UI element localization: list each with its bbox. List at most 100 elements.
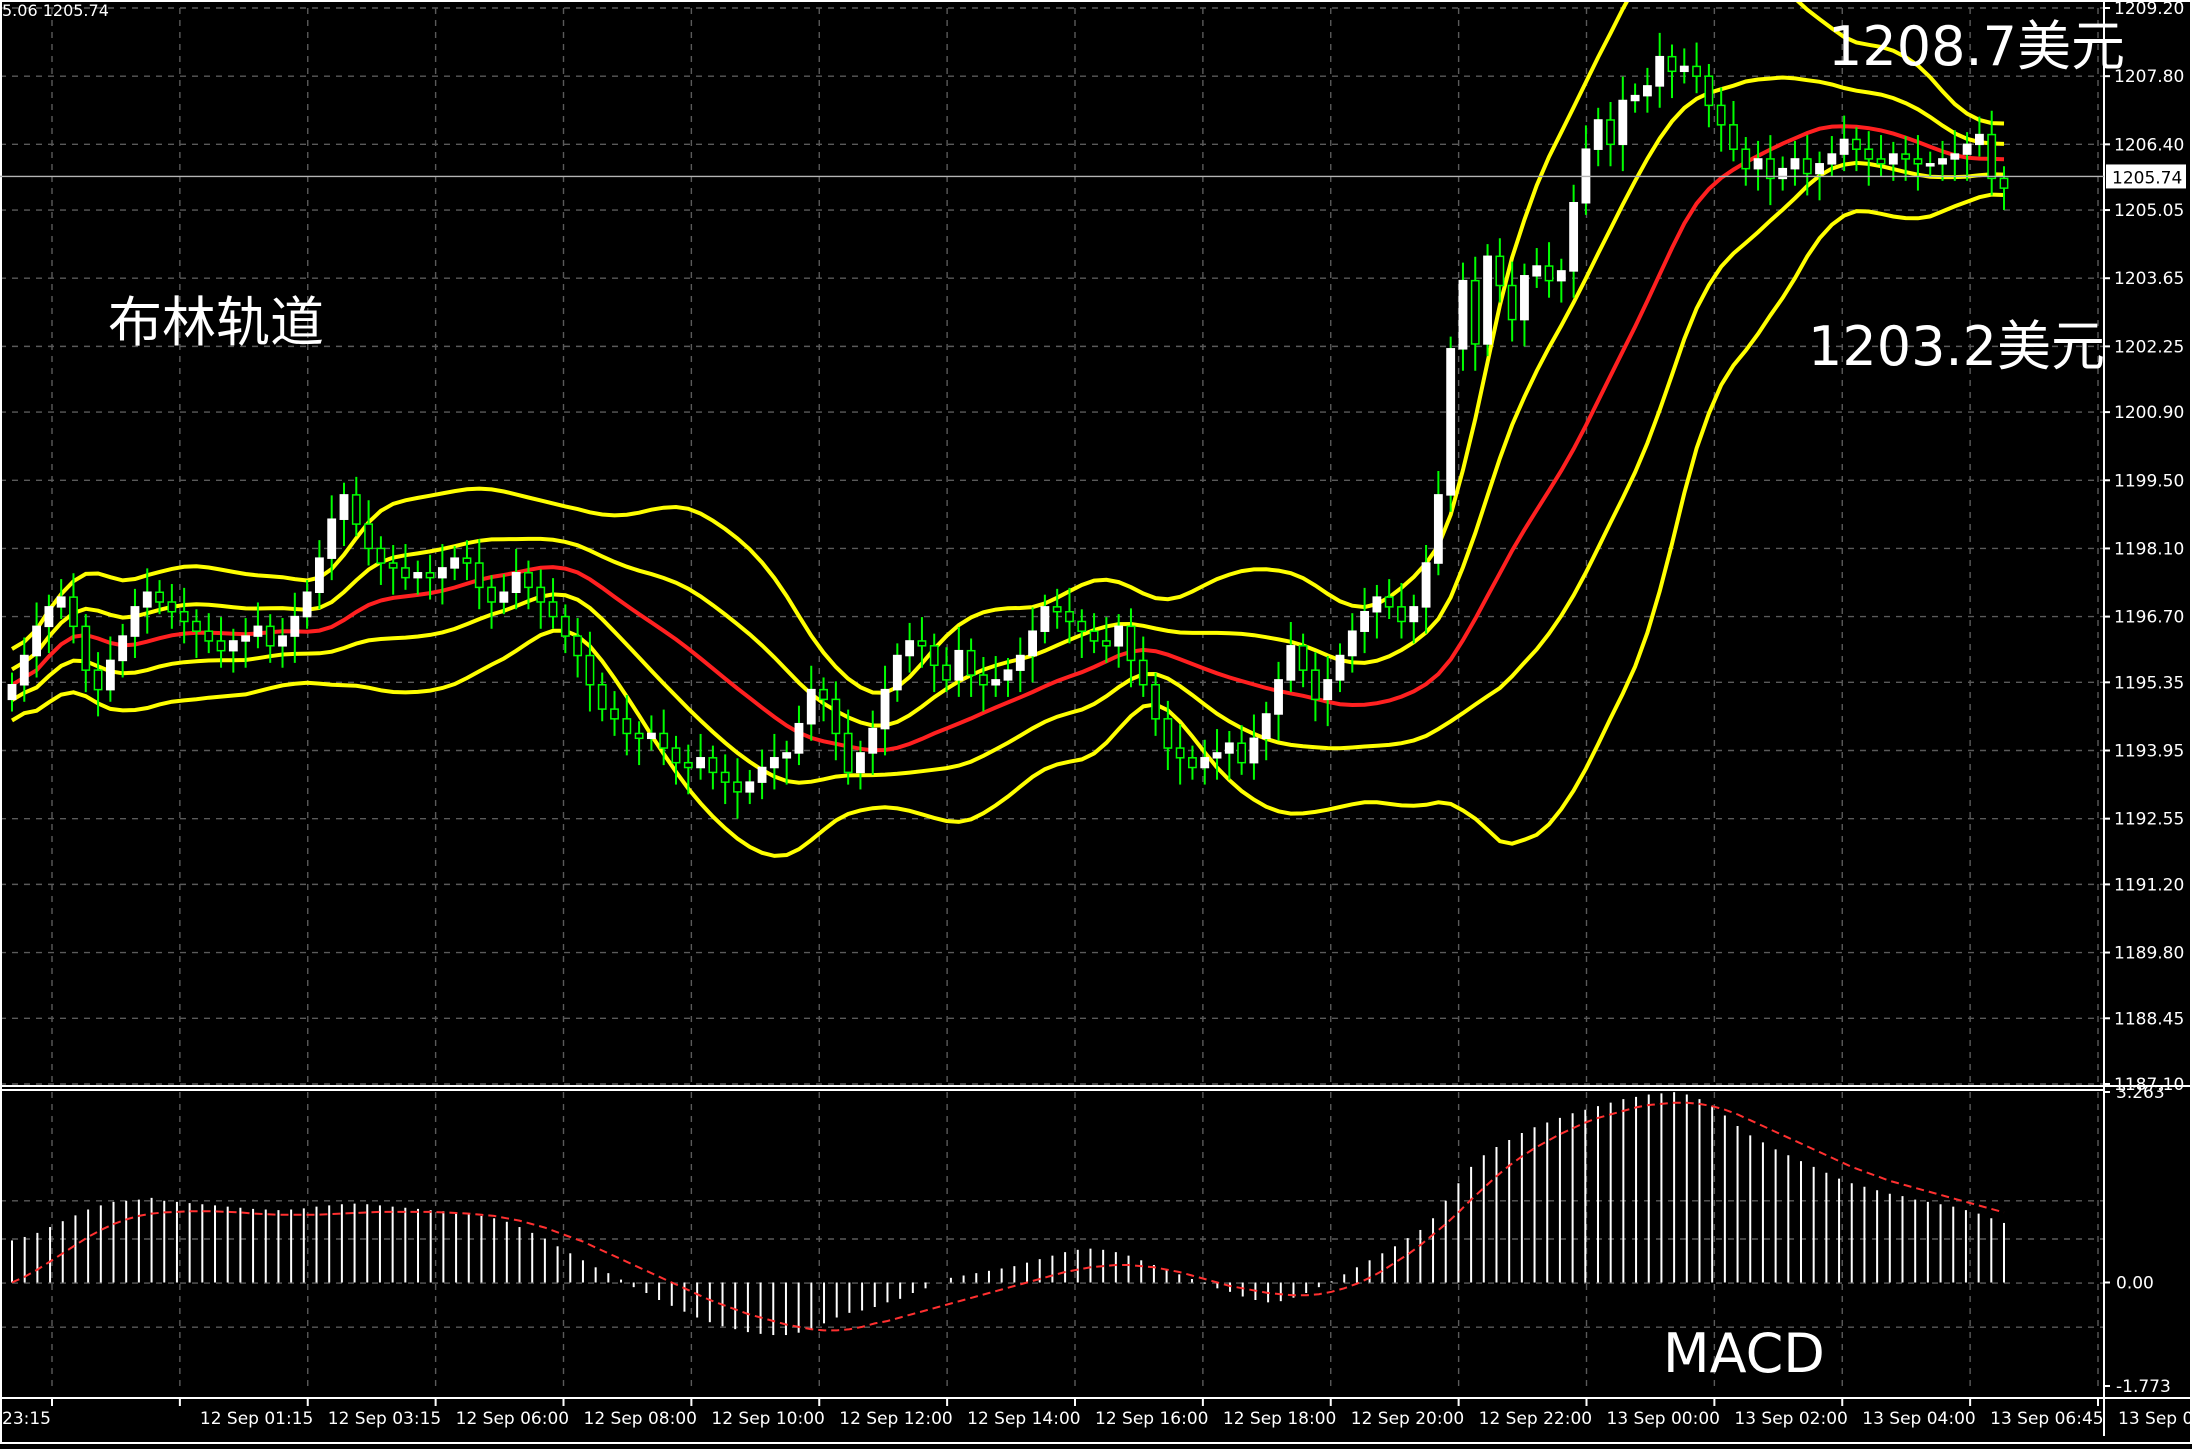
candle-body <box>142 591 152 608</box>
candle-body <box>745 781 755 793</box>
price-tick-label: 1188.45 <box>2114 1009 2184 1029</box>
candle-body <box>1630 94 1640 102</box>
candle-body <box>622 718 632 735</box>
candle-body <box>1852 138 1861 150</box>
macd-annotation: MACD <box>1663 1322 1825 1385</box>
candle-body <box>1138 659 1148 686</box>
candle-body <box>1507 284 1517 321</box>
candle-body <box>1101 640 1111 647</box>
bollinger-title: 布林轨道 <box>108 291 324 354</box>
candle-body <box>1716 104 1726 126</box>
candle-body <box>1433 494 1443 564</box>
candle-body <box>437 567 447 579</box>
candle-body <box>32 625 42 657</box>
candle-body <box>659 732 669 749</box>
upper-band-annotation: 1208.7美元 <box>1828 15 2125 78</box>
candle-body <box>327 518 337 559</box>
time-tick-label: 12 Sep 10:00 <box>711 1409 824 1429</box>
price-tick-label: 1195.35 <box>2114 673 2184 693</box>
candle-body <box>56 596 66 608</box>
candle-body <box>1495 255 1505 287</box>
candle-body <box>1741 148 1751 170</box>
time-tick-label: 12 Sep 01:15 <box>200 1409 313 1429</box>
candle-body <box>1446 348 1456 496</box>
candle-body <box>794 722 804 754</box>
candle-body <box>1175 747 1185 759</box>
price-tick-label: 1189.80 <box>2114 944 2184 964</box>
candle-body <box>155 591 164 603</box>
candle-body <box>1999 177 2009 189</box>
candle-body <box>1974 133 1984 146</box>
candle-body <box>1126 625 1136 662</box>
candle-body <box>1224 742 1234 754</box>
candle-body <box>856 752 865 774</box>
candle-body <box>1003 669 1013 681</box>
candle-body <box>179 610 189 623</box>
candle-body <box>351 494 361 525</box>
candle-body <box>1704 75 1714 107</box>
candle-body <box>413 572 423 579</box>
candle-body <box>1802 158 1812 175</box>
price-tick-label: 1200.90 <box>2114 403 2184 423</box>
candle-body <box>917 640 927 647</box>
candle-body <box>892 654 902 691</box>
candle-body <box>1335 654 1345 681</box>
candle-body <box>720 771 730 783</box>
candle-body <box>1642 85 1652 97</box>
candle-body <box>978 674 988 686</box>
candle-body <box>118 635 128 662</box>
candle-body <box>708 757 718 774</box>
time-tick-label: 12 Sep 12:00 <box>839 1409 952 1429</box>
candle-body <box>1901 153 1911 160</box>
candle-body <box>1261 713 1271 740</box>
macd-tick-label: -1.773 <box>2116 1377 2171 1397</box>
candle-body <box>1483 255 1492 345</box>
candle-body <box>1237 742 1247 764</box>
lower-band-annotation: 1203.2美元 <box>1808 315 2105 378</box>
candle-body <box>1028 630 1038 657</box>
candle-body <box>1052 606 1062 613</box>
candle-body <box>314 557 324 594</box>
candle-body <box>376 547 386 564</box>
candle-body <box>1556 270 1566 282</box>
candle-body <box>401 567 410 579</box>
candle-body <box>487 586 496 603</box>
candle-body <box>1384 596 1394 608</box>
time-tick-label: 12 Sep 08:00 <box>584 1409 697 1429</box>
time-tick-label: 13 Sep 08:45 <box>2118 1409 2192 1429</box>
candle-body <box>1200 757 1210 769</box>
candle-body <box>1040 606 1050 632</box>
candle-body <box>1458 279 1468 350</box>
candle-body <box>683 761 693 769</box>
candle-body <box>942 664 951 681</box>
candle-body <box>425 572 435 579</box>
candle-body <box>1163 718 1173 749</box>
candle-body <box>1765 158 1775 180</box>
price-tick-label: 1198.10 <box>2114 539 2184 559</box>
time-tick-label: 23:15 <box>2 1409 51 1429</box>
candle-body <box>1569 202 1579 272</box>
time-tick-label: 12 Sep 03:15 <box>328 1409 441 1429</box>
time-tick-label: 12 Sep 06:00 <box>456 1409 569 1429</box>
candle-body <box>228 640 238 652</box>
candle-body <box>192 620 201 632</box>
candle-body <box>1347 630 1357 657</box>
price-tick-label: 1192.55 <box>2114 810 2184 830</box>
candle-body <box>1323 679 1333 701</box>
candle-body <box>1827 153 1837 165</box>
candle-body <box>44 606 54 628</box>
candle-body <box>19 654 29 686</box>
candle-body <box>1876 158 1886 165</box>
candle-body <box>1950 153 1960 160</box>
candle-body <box>241 635 251 642</box>
candle-body <box>93 669 103 691</box>
candle-body <box>1753 158 1763 170</box>
candle-body <box>1938 158 1947 165</box>
candle-body <box>1839 138 1849 155</box>
candle-body <box>929 645 939 667</box>
time-tick-label: 12 Sep 14:00 <box>967 1409 1080 1429</box>
candle-body <box>1274 679 1283 715</box>
candle-body <box>1298 645 1308 671</box>
time-tick-label: 13 Sep 00:00 <box>1607 1409 1720 1429</box>
candle-body <box>1729 124 1738 150</box>
